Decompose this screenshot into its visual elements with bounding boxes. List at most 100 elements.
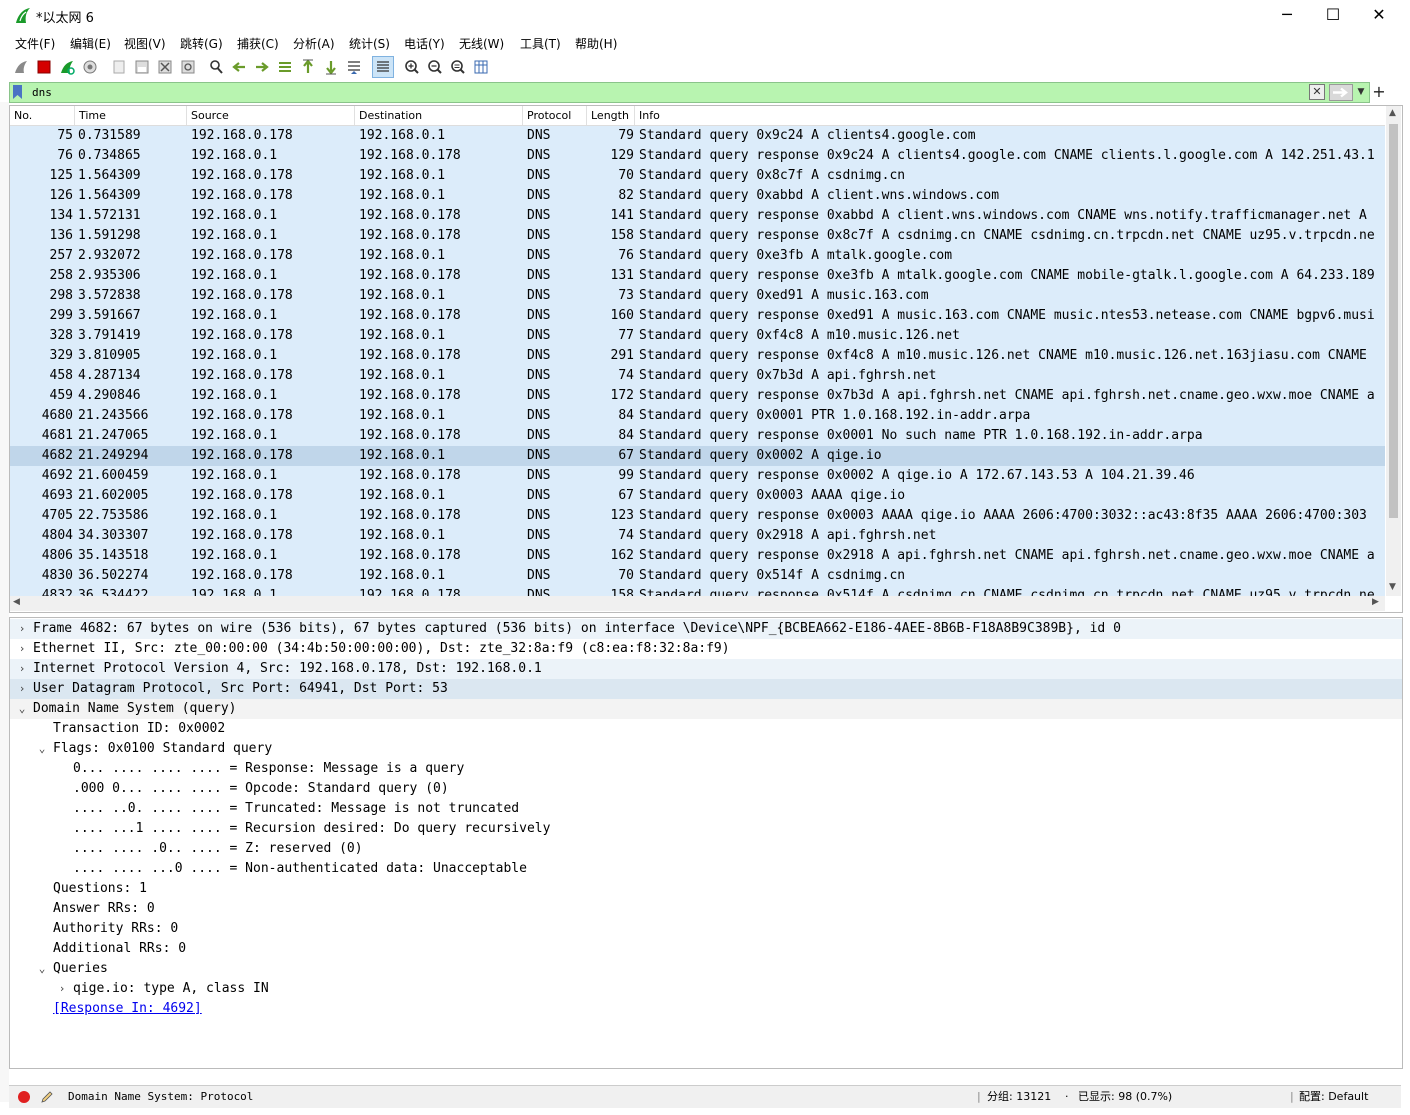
menu-edit[interactable]: 编辑(E) [70,35,111,52]
packet-row[interactable]: 134 1.572131 192.168.0.1 192.168.0.178 DNS 14… [10,206,1385,226]
column-header-length[interactable]: Length [587,106,635,125]
detail-tree-item[interactable]: 0... .... .... .... = Response: Message … [10,759,1402,779]
menu-telephony[interactable]: 电话(Y) [404,35,445,52]
detail-tree-item[interactable]: Additional RRs: 0 [10,939,1402,959]
collapse-chevron-icon[interactable]: ⌄ [16,699,28,719]
zoom-normal-icon[interactable] [449,58,467,76]
detail-tree-item[interactable]: Transaction ID: 0x0002 [10,719,1402,739]
packet-row[interactable]: 4705 22.753586 192.168.0.1 192.168.0.178 DNS… [10,506,1385,526]
scroll-up-icon[interactable]: ▲ [1389,108,1396,118]
packet-row[interactable]: 136 1.591298 192.168.0.1 192.168.0.178 DNS 15… [10,226,1385,246]
filter-history-dropdown-icon[interactable]: ▼ [1355,84,1367,99]
packet-row[interactable]: 299 3.591667 192.168.0.1 192.168.0.178 DNS 16… [10,306,1385,326]
profile-indicator[interactable]: 配置: Default [1299,1086,1368,1108]
column-header-source[interactable]: Source [187,106,355,125]
edit-comment-icon[interactable] [39,1089,55,1105]
go-last-icon[interactable] [322,58,340,76]
apply-filter-icon[interactable] [1329,84,1353,101]
detail-tree-item[interactable]: Questions: 1 [10,879,1402,899]
packet-row[interactable]: 126 1.564309 192.168.0.178 192.168.0.1 DNS 82… [10,186,1385,206]
menu-view[interactable]: 视图(V) [124,35,166,52]
menu-go[interactable]: 跳转(G) [180,35,223,52]
colorize-icon[interactable] [372,56,394,78]
packet-row[interactable]: 75 0.731589 192.168.0.178 192.168.0.1 DNS 79 S… [10,126,1385,146]
clear-filter-icon[interactable]: ✕ [1309,84,1325,100]
packet-row[interactable]: 4804 34.303307 192.168.0.178 192.168.0.1 DNS… [10,526,1385,546]
column-header-destination[interactable]: Destination [355,106,523,125]
packet-list-horizontal-scrollbar[interactable]: ◀ ▶ [10,596,1385,611]
expand-chevron-icon[interactable]: › [16,619,28,639]
packet-row[interactable]: 4692 21.600459 192.168.0.1 192.168.0.178 DNS… [10,466,1385,486]
menu-statistics[interactable]: 统计(S) [349,35,390,52]
menu-wireless[interactable]: 无线(W) [459,35,504,52]
detail-tree-item[interactable]: .... ..0. .... .... = Truncated: Message… [10,799,1402,819]
maximize-button[interactable]: ☐ [1310,0,1356,31]
packet-row[interactable]: 328 3.791419 192.168.0.178 192.168.0.1 DNS 77… [10,326,1385,346]
packet-row[interactable]: 257 2.932072 192.168.0.178 192.168.0.1 DNS 76… [10,246,1385,266]
detail-tree-item[interactable]: ⌄ Queries [10,959,1402,979]
packet-row[interactable]: 458 4.287134 192.168.0.178 192.168.0.1 DNS 74… [10,366,1385,386]
shark-fin-start-icon[interactable] [12,58,30,76]
menu-file[interactable]: 文件(F) [15,35,55,52]
go-forward-icon[interactable] [253,58,271,76]
packet-row[interactable]: 4832 36.534422 192.168.0.1 192.168.0.178 DNS… [10,586,1385,596]
autoscroll-icon[interactable] [345,58,363,76]
collapse-chevron-icon[interactable]: ⌄ [36,959,48,979]
menu-tools[interactable]: 工具(T) [520,35,561,52]
bookmark-icon[interactable] [13,85,22,99]
scrollbar-thumb[interactable] [1389,124,1398,518]
add-filter-button-icon[interactable]: + [1372,82,1386,102]
stop-capture-icon[interactable] [35,58,53,76]
close-file-icon[interactable] [156,58,174,76]
packet-row[interactable]: 4680 21.243566 192.168.0.178 192.168.0.1 DNS… [10,406,1385,426]
scroll-right-icon[interactable]: ▶ [1372,597,1379,607]
zoom-out-icon[interactable] [426,58,444,76]
find-packet-icon[interactable] [207,58,225,76]
go-back-icon[interactable] [230,58,248,76]
go-first-icon[interactable] [299,58,317,76]
packet-row[interactable]: 4830 36.502274 192.168.0.178 192.168.0.1 DNS… [10,566,1385,586]
detail-tree-item[interactable]: ⌄ Domain Name System (query) [10,699,1402,719]
menu-capture[interactable]: 捕获(C) [237,35,279,52]
detail-tree-item[interactable]: .... ...1 .... .... = Recursion desired:… [10,819,1402,839]
packet-row[interactable]: 76 0.734865 192.168.0.1 192.168.0.178 DNS 129… [10,146,1385,166]
save-file-icon[interactable] [133,58,151,76]
detail-tree-item[interactable]: .... .... ...0 .... = Non-authenticated … [10,859,1402,879]
open-file-icon[interactable] [110,58,128,76]
collapse-chevron-icon[interactable]: ⌄ [36,739,48,759]
detail-tree-item[interactable]: › Ethernet II, Src: zte_00:00:00 (34:4b:5… [10,639,1402,659]
close-button[interactable]: ✕ [1356,0,1402,31]
detail-tree-item[interactable]: .000 0... .... .... = Opcode: Standard q… [10,779,1402,799]
capture-options-icon[interactable] [81,58,99,76]
packet-row[interactable]: 258 2.935306 192.168.0.1 192.168.0.178 DNS 13… [10,266,1385,286]
detail-tree-item[interactable]: ⌄ Flags: 0x0100 Standard query [10,739,1402,759]
packet-row[interactable]: 4682 21.249294 192.168.0.178 192.168.0.1 DNS… [10,446,1385,466]
detail-tree-item[interactable]: Answer RRs: 0 [10,899,1402,919]
expand-chevron-icon[interactable]: › [16,639,28,659]
column-header-info[interactable]: Info [635,106,1385,125]
column-header-time[interactable]: Time [75,106,187,125]
packet-row[interactable]: 4806 35.143518 192.168.0.1 192.168.0.178 DNS… [10,546,1385,566]
menu-help[interactable]: 帮助(H) [575,35,617,52]
detail-tree-item[interactable]: › Internet Protocol Version 4, Src: 192.1… [10,659,1402,679]
packet-row[interactable]: 298 3.572838 192.168.0.178 192.168.0.1 DNS 73… [10,286,1385,306]
column-header-no[interactable]: No. [10,106,75,125]
reload-file-icon[interactable] [179,58,197,76]
packet-list-vertical-scrollbar[interactable]: ▲ ▼ [1386,106,1401,596]
detail-tree-item[interactable]: Authority RRs: 0 [10,919,1402,939]
packet-row[interactable]: 329 3.810905 192.168.0.1 192.168.0.178 DNS 29… [10,346,1385,366]
menu-analyze[interactable]: 分析(A) [293,35,335,52]
response-in-link[interactable]: [Response In: 4692] [53,999,202,1019]
scroll-left-icon[interactable]: ◀ [13,597,20,607]
packet-row[interactable]: 125 1.564309 192.168.0.178 192.168.0.1 DNS 70… [10,166,1385,186]
column-header-protocol[interactable]: Protocol [523,106,587,125]
expert-info-icon[interactable] [17,1090,31,1104]
packet-row[interactable]: 4693 21.602005 192.168.0.178 192.168.0.1 DNS… [10,486,1385,506]
scroll-down-icon[interactable]: ▼ [1389,582,1396,592]
detail-tree-item[interactable]: › User Datagram Protocol, Src Port: 64941… [10,679,1402,699]
go-to-packet-icon[interactable] [276,58,294,76]
zoom-in-icon[interactable] [403,58,421,76]
expand-chevron-icon[interactable]: › [16,679,28,699]
packet-row[interactable]: 459 4.290846 192.168.0.1 192.168.0.178 DNS 17… [10,386,1385,406]
detail-tree-item[interactable]: .... .... .0.. .... = Z: reserved (0) [10,839,1402,859]
